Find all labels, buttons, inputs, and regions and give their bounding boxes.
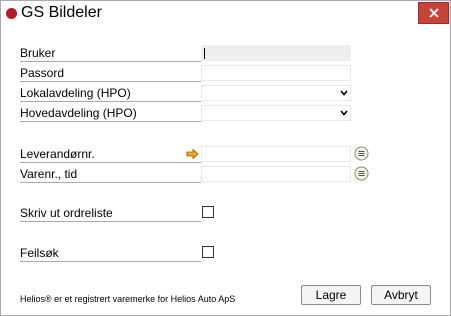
varenr-label: Varenr., tid [20, 167, 201, 183]
feilsok-checkbox[interactable] [202, 246, 214, 258]
close-button[interactable] [418, 2, 449, 24]
title-bar: GS Bildeler [1, 1, 450, 27]
app-dot-icon [6, 8, 17, 19]
skriv-ordreliste-checkbox[interactable] [202, 206, 214, 218]
hovedavdeling-select[interactable] [201, 105, 351, 121]
passord-input[interactable] [201, 65, 351, 81]
feilsok-label: Feilsøk [20, 246, 201, 262]
lookup-icon[interactable] [354, 166, 369, 181]
text-caret [204, 48, 205, 59]
lokalavdeling-label: Lokalavdeling (HPO) [20, 86, 201, 102]
chevron-down-icon [340, 110, 348, 116]
chevron-down-icon [340, 90, 348, 96]
hovedavdeling-label: Hovedavdeling (HPO) [20, 106, 201, 122]
trademark-text: Helios® er et registrert varemerke for H… [20, 294, 236, 304]
avbryt-button[interactable]: Avbryt [371, 285, 431, 305]
bruker-label: Bruker [20, 46, 201, 62]
close-icon [428, 8, 439, 18]
leverandornr-input[interactable] [201, 146, 351, 162]
lagre-button[interactable]: Lagre [301, 285, 361, 305]
dialog-window: GS Bildeler Bruker Passord Lokalavdeling… [0, 0, 451, 316]
skriv-ordreliste-label: Skriv ut ordreliste [20, 206, 201, 222]
window-title: GS Bildeler [21, 4, 102, 21]
leverandornr-label: Leverandørnr. [20, 147, 201, 163]
bruker-input[interactable] [201, 45, 351, 61]
varenr-input[interactable] [201, 166, 351, 182]
lookup-icon[interactable] [354, 146, 369, 161]
lokalavdeling-select[interactable] [201, 85, 351, 101]
passord-label: Passord [20, 66, 201, 82]
arrow-right-icon [186, 149, 199, 159]
